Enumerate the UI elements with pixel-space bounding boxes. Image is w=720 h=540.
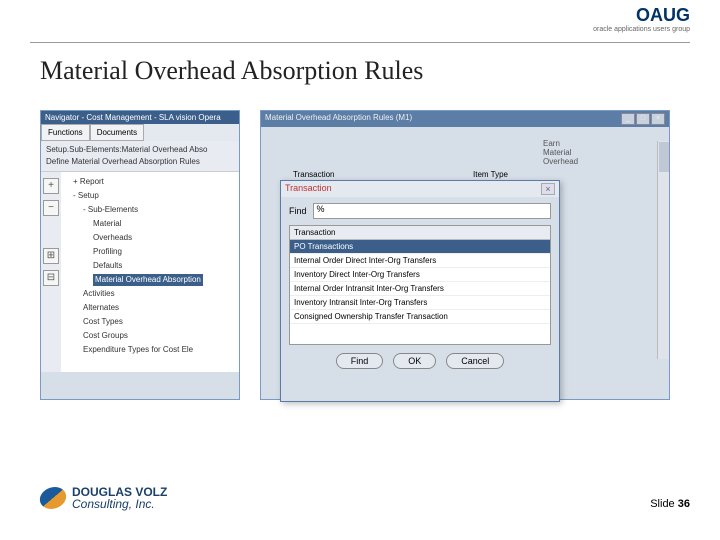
navigator-tabs: Functions Documents xyxy=(41,124,239,141)
tree-report[interactable]: + Report xyxy=(65,175,235,189)
tab-functions[interactable]: Functions xyxy=(41,124,90,141)
lov-popup: Transaction × Find % Transaction PO Tran… xyxy=(280,180,560,402)
find-input[interactable]: % xyxy=(313,203,551,219)
lov-item[interactable]: Internal Order Intransit Inter-Org Trans… xyxy=(290,282,550,296)
minimize-icon[interactable]: _ xyxy=(621,113,635,125)
collapse-icon[interactable]: − xyxy=(43,200,59,216)
navigator-tree: + Report - Setup - Sub-Elements Material… xyxy=(61,172,239,372)
douglas-volz-logo: DOUGLAS VOLZ Consulting, Inc. xyxy=(40,486,167,510)
tree-alternates[interactable]: Alternates xyxy=(65,301,235,315)
vertical-scrollbar[interactable] xyxy=(657,141,669,359)
collapse-all-icon[interactable]: ⊟ xyxy=(43,270,59,286)
tab-documents[interactable]: Documents xyxy=(90,124,144,141)
tree-sub-elements[interactable]: - Sub-Elements xyxy=(65,203,235,217)
tree-activities[interactable]: Activities xyxy=(65,287,235,301)
expand-all-icon[interactable]: ⊞ xyxy=(43,248,59,264)
slide-number: Slide 36 xyxy=(650,498,690,510)
find-button[interactable]: Find xyxy=(336,353,384,369)
header-divider xyxy=(30,42,690,43)
lov-column-header: Transaction xyxy=(290,226,550,240)
oaug-tagline: oracle applications users group xyxy=(593,26,690,33)
ok-button[interactable]: OK xyxy=(393,353,436,369)
navigator-window: Navigator - Cost Management - SLA vision… xyxy=(40,110,240,400)
tree-moh-absorption[interactable]: Material Overhead Absorption xyxy=(65,273,235,287)
lov-item[interactable]: Inventory Intransit Inter-Org Transfers xyxy=(290,296,550,310)
cancel-button[interactable]: Cancel xyxy=(446,353,504,369)
lov-list: Transaction PO Transactions Internal Ord… xyxy=(289,225,551,345)
page-title: Material Overhead Absorption Rules xyxy=(40,56,423,86)
col-overhead-label: Overhead xyxy=(543,157,595,166)
navigator-title: Navigator - Cost Management - SLA vision… xyxy=(41,111,239,124)
tree-overheads[interactable]: Overheads xyxy=(65,231,235,245)
close-icon[interactable]: × xyxy=(651,113,665,125)
tree-cost-types[interactable]: Cost Types xyxy=(65,315,235,329)
tree-cost-groups[interactable]: Cost Groups xyxy=(65,329,235,343)
lov-item[interactable]: Internal Order Direct Inter-Org Transfer… xyxy=(290,254,550,268)
oaug-logo: OAUG xyxy=(636,5,690,26)
rules-window-title: Material Overhead Absorption Rules (M1) xyxy=(265,113,412,125)
find-label: Find xyxy=(289,206,307,216)
tree-setup[interactable]: - Setup xyxy=(65,189,235,203)
breadcrumb-line2: Define Material Overhead Absorption Rule… xyxy=(46,156,234,168)
work-area: Navigator - Cost Management - SLA vision… xyxy=(40,110,680,410)
lov-close-icon[interactable]: × xyxy=(541,183,555,195)
tree-profiling[interactable]: Profiling xyxy=(65,245,235,259)
expand-icon[interactable]: + xyxy=(43,178,59,194)
navigator-icon-column: + − ⊞ ⊟ xyxy=(41,172,61,372)
restore-icon[interactable]: □ xyxy=(636,113,650,125)
col-earn-label: Earn xyxy=(543,139,595,148)
tree-defaults[interactable]: Defaults xyxy=(65,259,235,273)
lov-item-selected[interactable]: PO Transactions xyxy=(290,240,550,254)
lov-item[interactable]: Inventory Direct Inter-Org Transfers xyxy=(290,268,550,282)
breadcrumb-line1: Setup.Sub-Elements:Material Overhead Abs… xyxy=(46,144,234,156)
lov-item[interactable]: Consigned Ownership Transfer Transaction xyxy=(290,310,550,324)
tree-material[interactable]: Material xyxy=(65,217,235,231)
lov-title: Transaction xyxy=(285,183,332,195)
navigator-breadcrumb: Setup.Sub-Elements:Material Overhead Abs… xyxy=(41,141,239,172)
dvc-icon xyxy=(38,487,68,509)
tree-expenditure-types[interactable]: Expenditure Types for Cost Ele xyxy=(65,343,235,357)
logo-line2: Consulting, Inc. xyxy=(72,498,167,510)
col-material-label: Material xyxy=(543,148,595,157)
